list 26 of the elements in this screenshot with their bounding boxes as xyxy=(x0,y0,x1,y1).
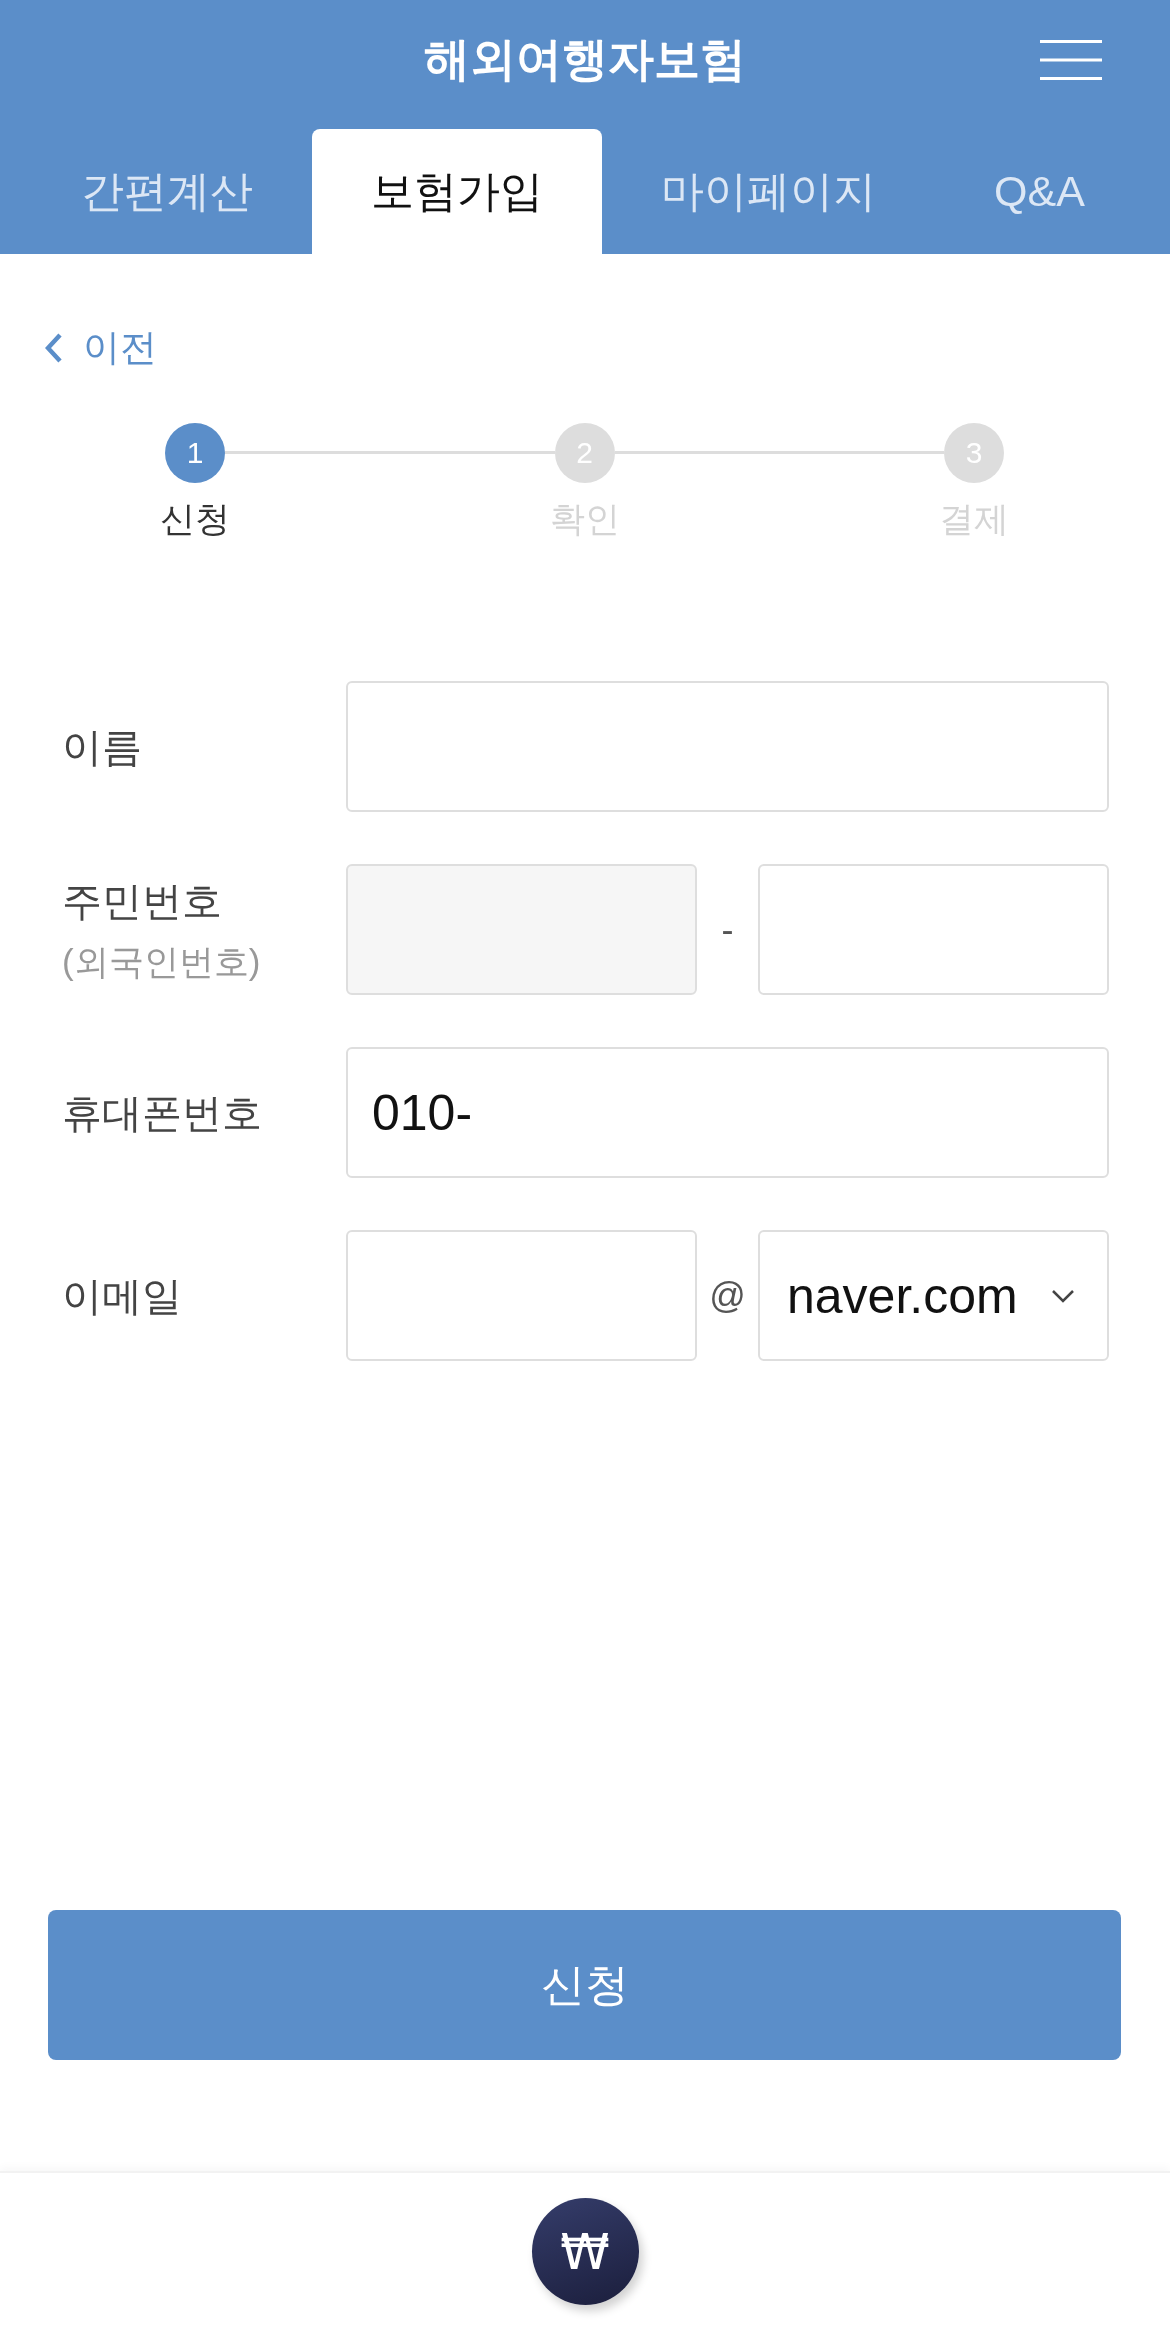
submit-button[interactable]: 신청 xyxy=(48,1910,1121,2060)
chevron-left-icon xyxy=(45,333,63,363)
step-label: 신청 xyxy=(160,498,230,540)
input-field[interactable] xyxy=(346,681,1109,812)
field-label: 이메일 xyxy=(62,1272,182,1320)
input-field[interactable] xyxy=(758,864,1109,995)
chevron-down-icon xyxy=(1051,1288,1075,1303)
field-label: 이름 xyxy=(62,723,142,771)
input-field[interactable] xyxy=(346,1230,697,1361)
input-field[interactable]: 010- xyxy=(346,1047,1109,1178)
step-number: 1 xyxy=(165,423,225,483)
field-label: 주민번호 xyxy=(62,877,222,925)
menu-icon[interactable] xyxy=(1040,40,1102,80)
separator-text: @ xyxy=(709,1273,746,1318)
nav-tab[interactable]: 마이페이지 xyxy=(602,129,935,254)
select-field[interactable]: naver.com xyxy=(758,1230,1109,1361)
header-title: 해외여행자보험 xyxy=(424,32,746,88)
nav-tab[interactable]: 보험가입 xyxy=(312,129,602,254)
won-button[interactable]: ₩ xyxy=(531,2198,639,2305)
field-sublabel: (외국인번호) xyxy=(62,940,261,983)
field-label: 휴대폰번호 xyxy=(62,1089,262,1137)
nav-tab[interactable]: 간편계산 xyxy=(22,129,312,254)
back-link[interactable]: 이전 xyxy=(45,323,157,373)
nav-tab[interactable]: Q&A xyxy=(935,129,1144,254)
separator-text: - xyxy=(721,907,734,952)
input-field[interactable] xyxy=(346,864,697,995)
